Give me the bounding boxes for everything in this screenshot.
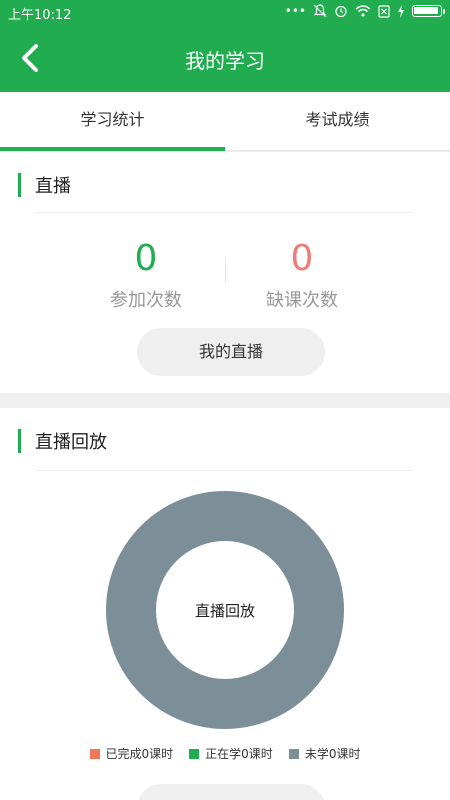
absence-stat: 0 缺课次数	[222, 238, 382, 312]
tab-study-stats[interactable]: 学习统计	[0, 92, 225, 151]
absence-label: 缺课次数	[266, 290, 338, 311]
absence-count: 0	[290, 238, 314, 279]
legend-swatch-not-started	[288, 748, 299, 759]
legend-label-in-progress: 正在学0课时	[205, 747, 273, 761]
replay-section-title: 直播回放	[35, 432, 107, 453]
live-section-header: 直播	[18, 172, 71, 198]
divider	[36, 212, 413, 213]
divider	[36, 470, 413, 471]
nav-bar: 我的学习	[0, 26, 450, 92]
status-bar: 上午10:12 •••	[0, 0, 450, 26]
alarm-icon	[335, 5, 347, 18]
page-title: 我的学习	[185, 49, 265, 73]
legend-item-completed: 已完成0课时	[89, 745, 174, 762]
section-accent-bar	[18, 173, 21, 197]
donut-center-label: 直播回放	[194, 601, 255, 620]
legend-item-in-progress: 正在学0课时	[189, 745, 273, 762]
app-header: 上午10:12 ••• 我的学习	[0, 0, 450, 92]
replay-section: 直播回放 直播回放 已完成0课时 正在学0课时 未学0课时	[0, 408, 450, 800]
section-accent-bar	[18, 429, 21, 453]
legend-item-not-started: 未学0课时	[288, 745, 361, 762]
my-live-button[interactable]: 我的直播	[137, 328, 325, 376]
replay-button[interactable]	[137, 784, 325, 800]
more-dots-icon: •••	[284, 4, 306, 18]
live-section: 直播 0 参加次数 0 缺课次数 我的直播	[0, 152, 450, 393]
replay-section-header: 直播回放	[18, 428, 107, 454]
live-section-title: 直播	[35, 176, 71, 197]
attended-count: 0	[134, 238, 158, 279]
status-time: 上午10:12	[8, 8, 72, 23]
charging-icon	[398, 4, 404, 18]
tab-bar: 学习统计 考试成绩	[0, 92, 450, 151]
wifi-icon	[355, 5, 371, 17]
battery-icon	[412, 5, 445, 17]
legend-label-not-started: 未学0课时	[304, 747, 361, 761]
bell-off-icon	[313, 4, 327, 18]
status-icons: •••	[284, 4, 445, 18]
attended-label: 参加次数	[110, 290, 182, 311]
legend-label-completed: 已完成0课时	[105, 747, 174, 761]
legend-swatch-completed	[89, 748, 100, 759]
tab-exam-scores[interactable]: 考试成绩	[225, 92, 450, 150]
attended-stat: 0 参加次数	[66, 238, 226, 312]
chart-legend: 已完成0课时 正在学0课时 未学0课时	[0, 745, 450, 762]
legend-swatch-in-progress	[189, 748, 200, 759]
replay-donut-chart: 直播回放	[105, 490, 345, 730]
sim-off-icon	[378, 4, 390, 18]
battery-fill	[414, 7, 438, 14]
